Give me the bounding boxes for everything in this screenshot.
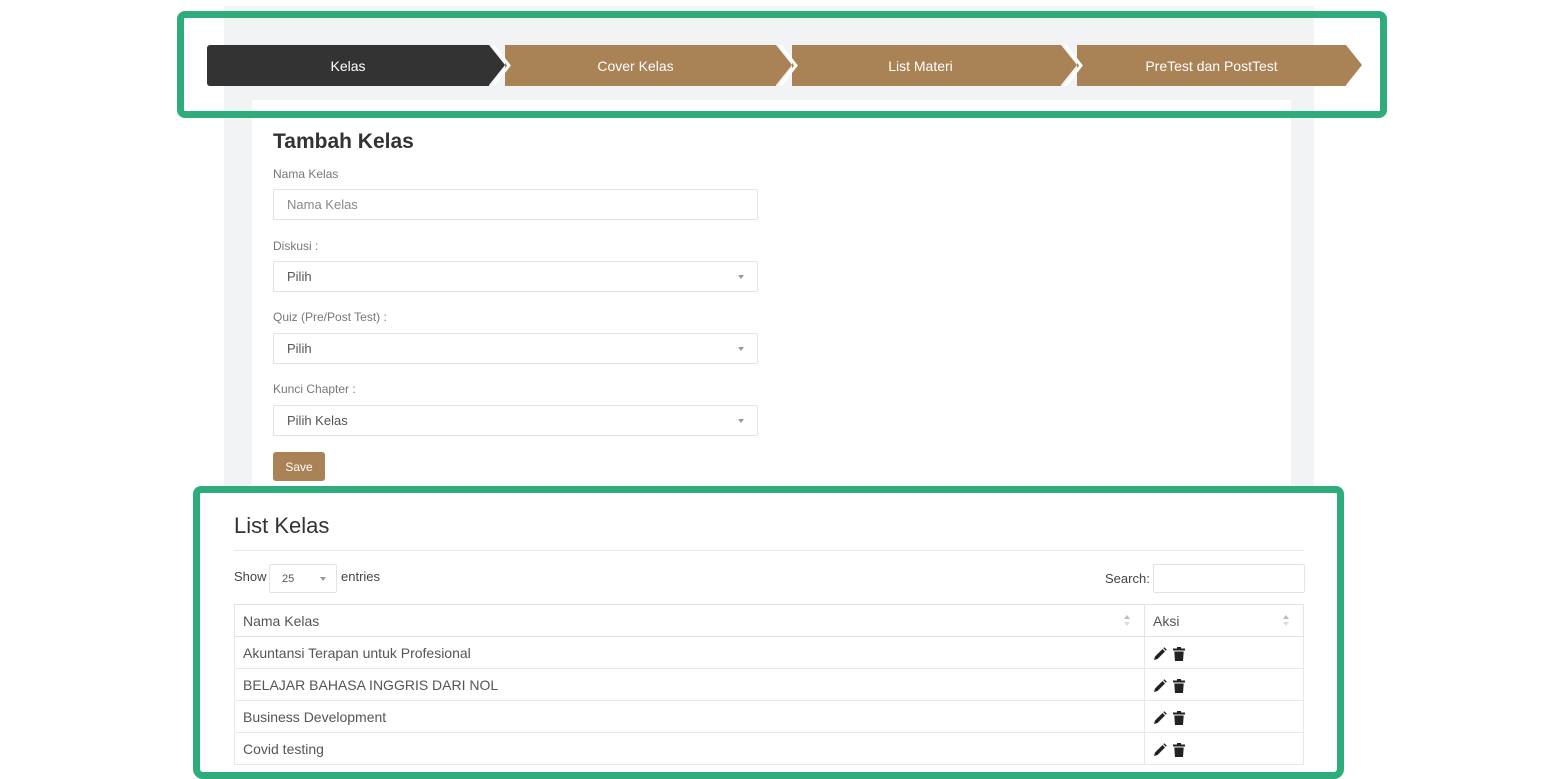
sort-icon	[1283, 615, 1289, 627]
row-actions	[1144, 700, 1304, 733]
step-pretest-posttest[interactable]: PreTest dan PostTest	[1077, 45, 1346, 86]
column-header-label: Aksi	[1153, 612, 1180, 629]
quiz-value: Pilih	[287, 341, 312, 356]
kunci-chapter-value: Pilih Kelas	[287, 413, 348, 428]
column-header-aksi[interactable]: Aksi	[1144, 604, 1304, 637]
trash-icon[interactable]	[1173, 646, 1185, 661]
kelas-table: Nama Kelas Aksi Akuntansi Terapan untuk …	[234, 604, 1304, 765]
row-nama-kelas: Covid testing	[234, 732, 1145, 765]
entries-value: 25	[282, 572, 295, 585]
column-header-nama-kelas[interactable]: Nama Kelas	[234, 604, 1145, 637]
step-arrow	[776, 45, 792, 85]
step-label: PreTest dan PostTest	[1145, 57, 1278, 74]
pencil-icon[interactable]	[1153, 710, 1167, 725]
column-header-label: Nama Kelas	[243, 612, 320, 629]
search-input[interactable]	[1153, 564, 1305, 593]
show-label: Show	[234, 569, 267, 584]
diskusi-label: Diskusi :	[273, 239, 319, 253]
step-label: Cover Kelas	[597, 57, 674, 74]
list-title: List Kelas	[234, 513, 330, 538]
pencil-icon[interactable]	[1153, 742, 1167, 757]
step-arrow	[1346, 45, 1362, 85]
step-arrow	[489, 45, 505, 85]
table-header-row: Nama Kelas Aksi	[234, 604, 1304, 637]
pencil-icon[interactable]	[1153, 646, 1167, 661]
kunci-chapter-label: Kunci Chapter :	[273, 382, 356, 396]
quiz-select[interactable]: Pilih	[273, 333, 758, 364]
divider	[234, 550, 1304, 551]
step-cover-kelas[interactable]: Cover Kelas	[505, 45, 776, 86]
entries-label: entries	[341, 569, 381, 584]
row-nama-kelas: BELAJAR BAHASA INGGRIS DARI NOL	[234, 668, 1145, 701]
trash-icon[interactable]	[1173, 742, 1185, 757]
chevron-down-icon	[738, 275, 744, 279]
step-kelas[interactable]: Kelas	[207, 45, 489, 86]
table-row: BELAJAR BAHASA INGGRIS DARI NOL	[234, 668, 1304, 701]
pencil-icon[interactable]	[1153, 678, 1167, 693]
chevron-down-icon	[738, 347, 744, 351]
nama-kelas-input[interactable]	[287, 197, 744, 212]
quiz-label: Quiz (Pre/Post Test) :	[273, 310, 387, 324]
diskusi-value: Pilih	[287, 269, 312, 284]
step-arrow	[1061, 45, 1077, 85]
nama-kelas-field	[273, 189, 758, 220]
entries-select[interactable]: 25	[269, 564, 337, 593]
table-row: Akuntansi Terapan untuk Profesional	[234, 636, 1304, 669]
table-row: Covid testing	[234, 732, 1304, 765]
row-actions	[1144, 636, 1304, 669]
row-nama-kelas: Akuntansi Terapan untuk Profesional	[234, 636, 1145, 669]
kunci-chapter-select[interactable]: Pilih Kelas	[273, 405, 758, 436]
step-list-materi[interactable]: List Materi	[792, 45, 1061, 86]
step-label: Kelas	[330, 57, 366, 74]
chevron-down-icon	[320, 577, 326, 581]
save-button[interactable]: Save	[273, 452, 325, 481]
trash-icon[interactable]	[1173, 710, 1185, 725]
form-title: Tambah Kelas	[273, 130, 414, 153]
form-panel	[252, 100, 1291, 500]
chevron-down-icon	[738, 419, 744, 423]
wizard-steps: Kelas Cover Kelas List Materi PreTest da…	[207, 45, 1362, 86]
nama-kelas-label: Nama Kelas	[273, 167, 339, 181]
row-nama-kelas: Business Development	[234, 700, 1145, 733]
search-label: Search:	[1105, 571, 1150, 586]
trash-icon[interactable]	[1173, 678, 1185, 693]
diskusi-select[interactable]: Pilih	[273, 261, 758, 292]
table-row: Business Development	[234, 700, 1304, 733]
row-actions	[1144, 732, 1304, 765]
row-actions	[1144, 668, 1304, 701]
sort-icon	[1124, 615, 1130, 627]
step-label: List Materi	[888, 57, 953, 74]
